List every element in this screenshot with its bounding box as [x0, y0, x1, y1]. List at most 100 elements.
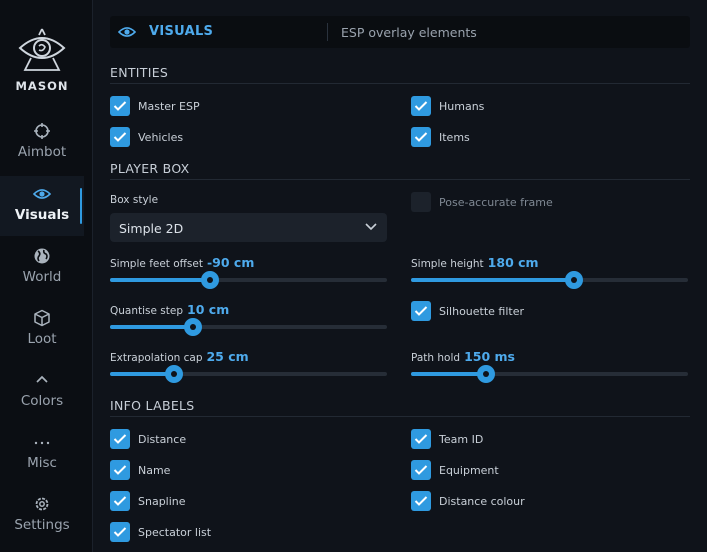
distance-colour-label: Distance colour: [439, 495, 525, 508]
box-style-value: Simple 2D: [119, 221, 184, 236]
slider-thumb[interactable]: [184, 318, 202, 336]
check-icon: [113, 496, 127, 506]
section-title-info-labels: INFO LABELS: [110, 398, 195, 413]
snapline-checkbox[interactable]: [110, 491, 130, 511]
vehicles-checkbox[interactable]: [110, 127, 130, 147]
check-icon: [113, 434, 127, 444]
check-icon: [113, 465, 127, 475]
slider-fill: [110, 325, 193, 329]
sidebar-item-label: Loot: [27, 331, 57, 347]
team-id-label: Team ID: [439, 433, 484, 446]
slider-thumb[interactable]: [477, 365, 495, 383]
section-divider: [110, 416, 690, 417]
active-indicator: [80, 188, 82, 224]
silhouette-checkbox[interactable]: [411, 301, 431, 321]
slider-fill: [411, 372, 486, 376]
sidebar-item-visuals[interactable]: Visuals: [0, 176, 84, 236]
eye-icon: [33, 189, 51, 199]
quantise-name: Quantise step: [110, 305, 184, 317]
sidebar-item-label: Visuals: [14, 207, 70, 223]
sidebar: MASON Aimbot Visuals World Loot Colors M…: [0, 0, 93, 552]
gear-icon: [35, 497, 49, 511]
box-icon: [34, 309, 50, 327]
section-title-player-box: PLAYER BOX: [110, 161, 190, 176]
crosshair-icon: [34, 123, 50, 139]
section-description: ESP overlay elements: [341, 25, 477, 40]
sidebar-item-colors[interactable]: Colors: [0, 362, 84, 422]
sidebar-item-settings[interactable]: Settings: [0, 486, 84, 546]
spectator-list-checkbox[interactable]: [110, 522, 130, 542]
master-esp-label: Master ESP: [138, 100, 200, 113]
items-label: Items: [439, 131, 470, 144]
pose-accurate-label: Pose-accurate frame: [439, 196, 553, 209]
feet-offset-value: -90 cm: [206, 255, 255, 270]
quantise-value: 10 cm: [187, 302, 230, 317]
silhouette-label: Silhouette filter: [439, 305, 525, 318]
sidebar-item-misc[interactable]: Misc: [0, 424, 84, 484]
humans-checkbox[interactable]: [411, 96, 431, 116]
check-icon: [414, 101, 428, 111]
section-name: VISUALS: [149, 24, 214, 39]
distance-colour-checkbox[interactable]: [411, 491, 431, 511]
height-value: 180 cm: [487, 255, 539, 270]
distance-label: Distance: [138, 433, 187, 446]
master-esp-checkbox[interactable]: [110, 96, 130, 116]
equipment-checkbox[interactable]: [411, 460, 431, 480]
check-icon: [414, 132, 428, 142]
equipment-label: Equipment: [439, 464, 499, 477]
box-style-label: Box style: [110, 194, 159, 206]
globe-icon: [34, 248, 50, 264]
brand-logo: MASON: [0, 26, 84, 106]
extrapolation-name: Extrapolation cap: [110, 352, 203, 364]
slider-fill: [110, 278, 210, 282]
pose-accurate-checkbox[interactable]: [411, 192, 431, 212]
distance-checkbox[interactable]: [110, 429, 130, 449]
sidebar-item-world[interactable]: World: [0, 238, 84, 298]
feet-offset-slider[interactable]: [110, 271, 387, 289]
sidebar-item-loot[interactable]: Loot: [0, 300, 84, 360]
sidebar-item-label: Aimbot: [17, 144, 67, 160]
check-icon: [414, 496, 428, 506]
chevron-up-icon: [36, 375, 48, 383]
team-id-checkbox[interactable]: [411, 429, 431, 449]
box-style-select[interactable]: Simple 2D: [110, 213, 387, 242]
feet-offset-label: Simple feet offset -90 cm: [110, 255, 254, 270]
path-hold-label: Path hold 150 ms: [411, 349, 515, 364]
brand-name: MASON: [15, 79, 69, 93]
check-icon: [113, 527, 127, 537]
path-hold-name: Path hold: [411, 352, 461, 364]
path-hold-slider[interactable]: [411, 365, 688, 383]
section-divider: [110, 179, 690, 180]
humans-label: Humans: [439, 100, 485, 113]
check-icon: [414, 465, 428, 475]
spectator-list-label: Spectator list: [138, 526, 212, 539]
dots-icon: [34, 441, 50, 445]
extrapolation-slider[interactable]: [110, 365, 387, 383]
chevron-down-icon: [365, 223, 377, 231]
sidebar-item-label: World: [22, 269, 62, 285]
sidebar-item-label: Colors: [20, 393, 64, 409]
extrapolation-label: Extrapolation cap 25 cm: [110, 349, 249, 364]
check-icon: [113, 132, 127, 142]
height-slider[interactable]: [411, 271, 688, 289]
path-hold-value: 150 ms: [464, 349, 515, 364]
section-title-entities: ENTITIES: [110, 65, 169, 80]
vehicles-label: Vehicles: [138, 131, 184, 144]
check-icon: [414, 306, 428, 316]
sidebar-item-label: Misc: [27, 455, 57, 471]
slider-thumb[interactable]: [201, 271, 219, 289]
name-checkbox[interactable]: [110, 460, 130, 480]
eye-icon: [118, 27, 136, 37]
extrapolation-value: 25 cm: [206, 349, 249, 364]
slider-thumb[interactable]: [165, 365, 183, 383]
section-divider: [110, 83, 690, 84]
eye-triangle-logo-icon: [18, 28, 66, 71]
slider-fill: [411, 278, 574, 282]
height-label: Simple height 180 cm: [411, 255, 539, 270]
quantise-slider[interactable]: [110, 318, 387, 336]
slider-thumb[interactable]: [565, 271, 583, 289]
items-checkbox[interactable]: [411, 127, 431, 147]
check-icon: [414, 434, 428, 444]
sidebar-item-aimbot[interactable]: Aimbot: [0, 113, 84, 173]
sidebar-item-label: Settings: [14, 517, 70, 533]
